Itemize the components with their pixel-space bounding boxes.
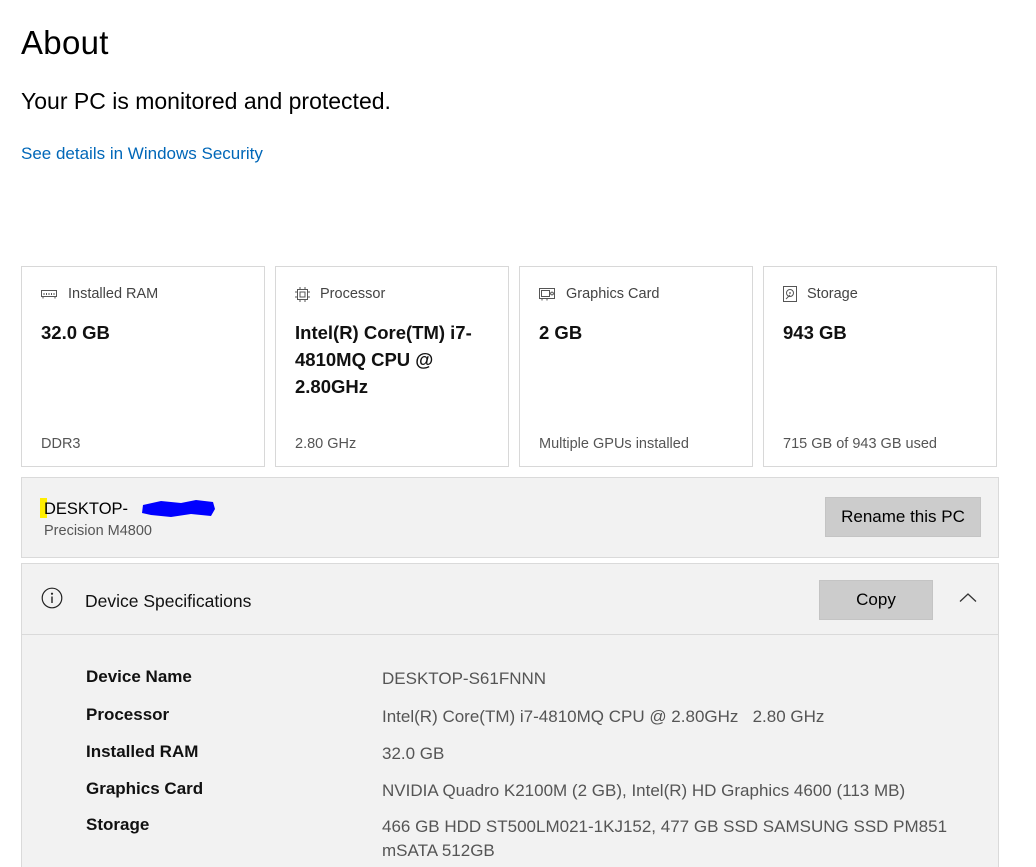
device-model: Precision M4800 bbox=[44, 523, 152, 539]
section-title: Device Specifications bbox=[85, 591, 252, 611]
card-value: Intel(R) Core(TM) i7-4810MQ CPU @ 2.80GH… bbox=[295, 322, 472, 397]
device-name: DESKTOP- bbox=[44, 500, 129, 518]
card-footer: Multiple GPUs installed bbox=[539, 436, 689, 452]
info-icon bbox=[41, 587, 63, 614]
spec-label: Installed RAM bbox=[86, 742, 199, 761]
spec-label: Graphics Card bbox=[86, 779, 204, 798]
spec-value: 32.0 GB bbox=[382, 744, 445, 763]
chevron-up-icon[interactable] bbox=[959, 590, 977, 608]
card-value: 2 GB bbox=[539, 322, 583, 343]
device-specifications-panel: Device Specifications Copy Device Name D… bbox=[21, 563, 999, 867]
spec-value: DESKTOP-S61FNNN bbox=[382, 669, 547, 688]
spec-value: 466 GB HDD ST500LM021-1KJ152, 477 GB SSD… bbox=[382, 817, 948, 860]
page-title: About bbox=[21, 24, 109, 61]
windows-security-link[interactable]: See details in Windows Security bbox=[21, 144, 263, 164]
card-processor: Processor Intel(R) Core(TM) i7-4810MQ CP… bbox=[275, 266, 509, 467]
card-storage: Storage 943 GB 715 GB of 943 GB used bbox=[763, 266, 997, 467]
storage-icon bbox=[783, 286, 797, 302]
card-value: 32.0 GB bbox=[41, 322, 110, 343]
rename-pc-button[interactable]: Rename this PC bbox=[825, 497, 981, 537]
card-label: Installed RAM bbox=[68, 286, 159, 302]
card-label: Storage bbox=[807, 286, 858, 302]
card-footer: 2.80 GHz bbox=[295, 436, 357, 452]
card-graphics-card: Graphics Card 2 GB Multiple GPUs install… bbox=[519, 266, 753, 467]
spec-value: Intel(R) Core(TM) i7-4810MQ CPU @ 2.80GH… bbox=[382, 707, 825, 726]
card-installed-ram: Installed RAM 32.0 GB DDR3 bbox=[21, 266, 265, 467]
card-footer: 715 GB of 943 GB used bbox=[783, 436, 937, 452]
card-footer: DDR3 bbox=[41, 436, 81, 452]
spec-label: Processor bbox=[86, 705, 170, 724]
spec-label: Device Name bbox=[86, 667, 192, 686]
card-value: 943 GB bbox=[783, 322, 847, 343]
device-name-panel: DESKTOP- Precision M4800 Rename this PC bbox=[21, 477, 999, 558]
ram-icon bbox=[41, 288, 58, 300]
copy-button[interactable]: Copy bbox=[819, 580, 933, 620]
card-label: Graphics Card bbox=[566, 286, 660, 302]
device-specifications-header[interactable]: Device Specifications Copy bbox=[22, 564, 998, 635]
card-label: Processor bbox=[320, 286, 386, 302]
about-page: About Your PC is monitored and protected… bbox=[0, 0, 1036, 867]
redaction-scribble bbox=[142, 500, 215, 517]
protection-status: Your PC is monitored and protected. bbox=[21, 88, 391, 114]
spec-value: NVIDIA Quadro K2100M (2 GB), Intel(R) HD… bbox=[382, 781, 906, 800]
graphics-card-icon bbox=[539, 287, 556, 301]
processor-icon bbox=[295, 286, 310, 302]
spec-label: Storage bbox=[86, 815, 150, 834]
